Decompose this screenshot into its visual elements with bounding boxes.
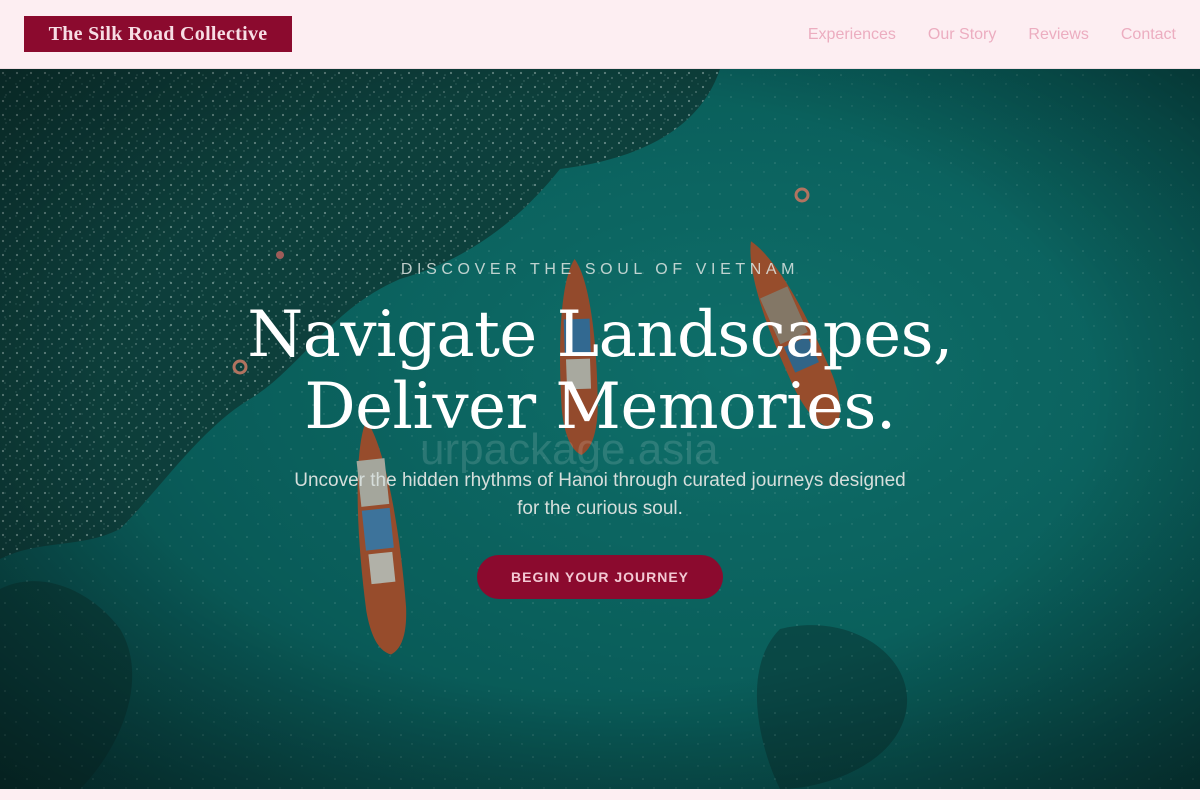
site-header: The Silk Road Collective Experiences Our… [0, 0, 1200, 69]
nav-link-reviews[interactable]: Reviews [1028, 26, 1088, 44]
begin-journey-button[interactable]: BEGIN YOUR JOURNEY [477, 555, 723, 599]
hero-headline-line-1: Navigate Landscapes, [247, 298, 953, 372]
hero-headline: Navigate Landscapes, Deliver Memories. [0, 299, 1200, 443]
nav-link-our-story[interactable]: Our Story [928, 26, 996, 44]
section-divider [0, 789, 1200, 800]
brand-logo[interactable]: The Silk Road Collective [24, 16, 292, 52]
main-nav: Experiences Our Story Reviews Contact [808, 0, 1176, 69]
hero-section: urpackage.asia DISCOVER THE SOUL OF VIET… [0, 69, 1200, 789]
hero-headline-line-2: Deliver Memories. [304, 370, 896, 444]
hero-subtitle: Uncover the hidden rhythms of Hanoi thro… [294, 470, 906, 519]
hero-eyebrow: DISCOVER THE SOUL OF VIETNAM [400, 261, 800, 278]
nav-link-experiences[interactable]: Experiences [808, 26, 896, 44]
nav-link-contact[interactable]: Contact [1121, 26, 1176, 44]
